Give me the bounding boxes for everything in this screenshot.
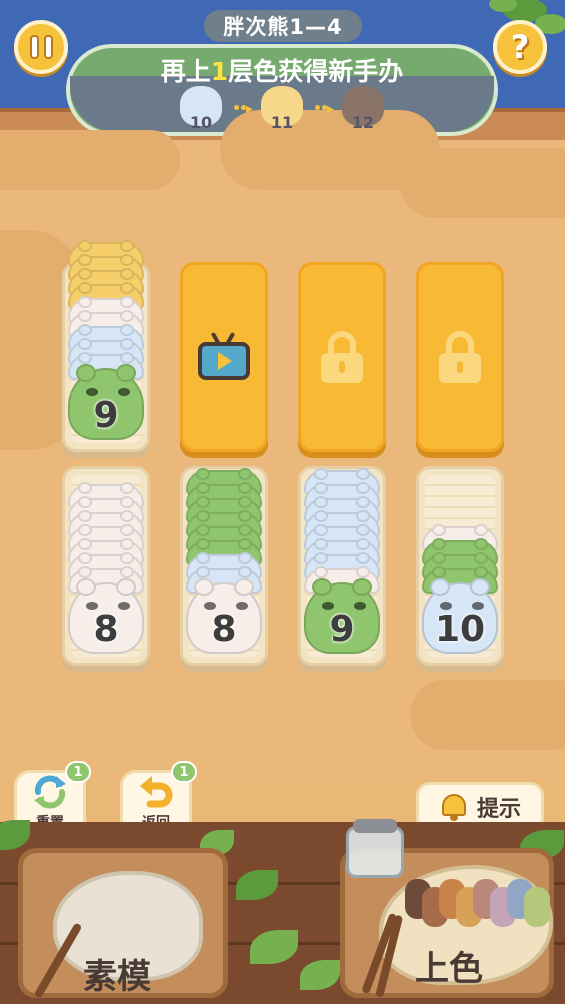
goal-step-value: 12 — [351, 113, 375, 132]
top-bear-figure[interactable]: 9 — [304, 578, 380, 654]
goal-banner: 再上1层色获得新手办 10 ••▸ 11 ••▸ 12 — [66, 44, 498, 136]
goal-step-value: 10 — [189, 113, 213, 132]
goal-text: 再上1层色获得新手办 — [160, 57, 404, 86]
arrow-icon: ••▸ — [232, 101, 253, 117]
lock-icon — [437, 331, 483, 383]
hint-label: 提示 — [476, 797, 521, 822]
stack-count: 10 — [434, 609, 486, 650]
paint-jar — [346, 819, 404, 878]
goal-step: 11 — [257, 86, 307, 132]
top-bear-figure[interactable]: 8 — [186, 578, 262, 654]
refresh-icon — [34, 775, 66, 809]
game-board — [0, 110, 565, 780]
pause-button[interactable] — [14, 20, 68, 74]
stack-count: 8 — [93, 609, 119, 650]
paint-label: 上色 — [415, 949, 483, 989]
sculpt-label: 素模 — [83, 957, 151, 997]
help-button[interactable]: ? — [493, 20, 547, 74]
bell-icon — [439, 792, 469, 822]
goal-step-value: 11 — [270, 113, 294, 132]
undo-icon — [140, 776, 173, 808]
undo-count-badge: 1 — [171, 761, 197, 783]
column-3-top-slot[interactable] — [298, 262, 386, 452]
goal-progress: 10 ••▸ 11 ••▸ 12 — [70, 86, 494, 132]
level-title-text: 胖次熊1—4 — [223, 15, 343, 39]
column-4-top-slot[interactable] — [416, 262, 504, 452]
arrow-icon: ••▸ — [313, 101, 334, 117]
top-bear-figure[interactable]: 9 — [68, 364, 144, 440]
paint-blob — [524, 887, 550, 927]
goal-step: 12 — [338, 86, 388, 132]
goal-step: 10 — [176, 86, 226, 132]
question-icon: ? — [510, 28, 530, 66]
goal-remaining-count: 1 — [210, 57, 229, 86]
top-bear-figure[interactable]: 8 — [68, 578, 144, 654]
column-2-top-slot[interactable] — [180, 262, 268, 452]
pause-icon — [29, 35, 53, 59]
lock-icon — [319, 331, 365, 383]
tv-play-icon — [198, 331, 250, 382]
stack-count: 8 — [211, 609, 237, 650]
stack-count: 9 — [329, 609, 355, 650]
stack-count: 9 — [93, 395, 119, 436]
top-bear-figure[interactable]: 10 — [422, 578, 498, 654]
level-title: 胖次熊1—4 — [204, 10, 362, 42]
sculpt-card[interactable]: 素模 — [18, 848, 228, 999]
reset-count-badge: 1 — [65, 761, 91, 783]
